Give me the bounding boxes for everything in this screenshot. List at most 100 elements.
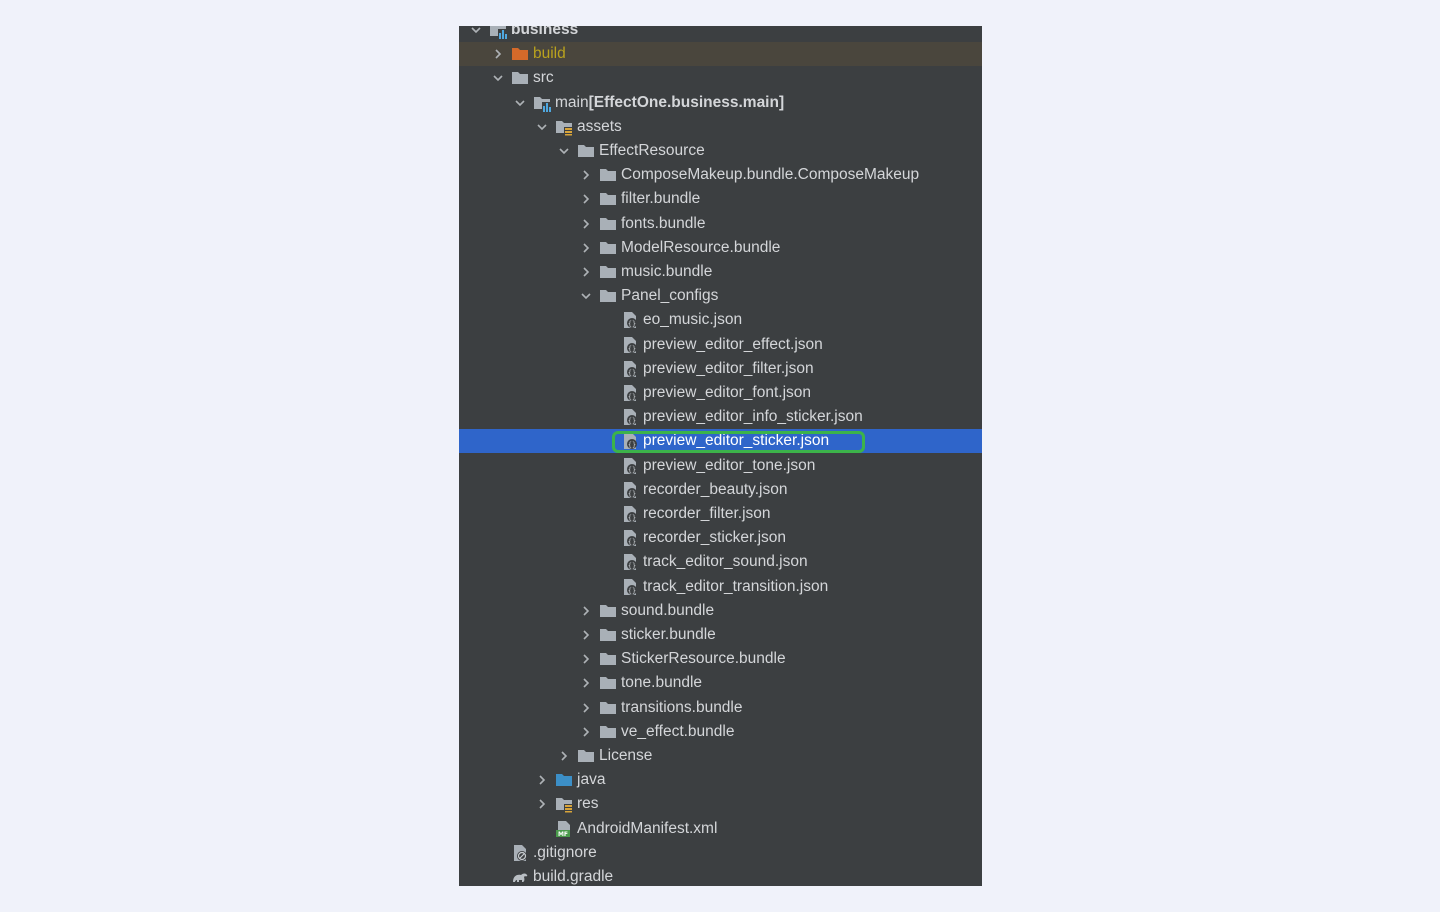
tree-row[interactable]: src — [459, 66, 982, 90]
tree-row[interactable]: {} preview_editor_sticker.json — [459, 429, 982, 454]
tree-row[interactable]: transitions.bundle — [459, 696, 982, 720]
resources-folder-icon — [555, 118, 573, 136]
svg-text:{}: {} — [628, 441, 636, 449]
source-folder-icon — [555, 771, 573, 789]
chevron-right-icon[interactable] — [579, 671, 593, 695]
json-file-icon: {} — [621, 457, 639, 475]
module-icon — [533, 94, 551, 112]
tree-item-label: ComposeMakeup.bundle.ComposeMakeup — [621, 166, 920, 184]
tree-row[interactable]: music.bundle — [459, 260, 982, 284]
tree-item-label: ve_effect.bundle — [621, 722, 735, 740]
chevron-right-icon[interactable] — [535, 792, 549, 816]
json-file-icon: {} — [621, 408, 639, 426]
chevron-down-icon[interactable] — [557, 139, 571, 163]
svg-text:{}: {} — [628, 538, 636, 546]
tree-row[interactable]: {} recorder_filter.json — [459, 502, 982, 526]
svg-text:MF: MF — [558, 831, 568, 838]
folder-icon — [599, 699, 617, 717]
folder-icon — [599, 602, 617, 620]
chevron-down-icon[interactable] — [579, 284, 593, 308]
tree-row[interactable]: {} preview_editor_font.json — [459, 381, 982, 405]
folder-icon — [599, 626, 617, 644]
project-tree-panel[interactable]: business build src main [EffectOne.business… — [459, 26, 982, 886]
module-icon — [489, 26, 507, 39]
tree-row[interactable]: res — [459, 792, 982, 816]
chevron-right-icon[interactable] — [579, 623, 593, 647]
tree-row[interactable]: {} eo_music.json — [459, 308, 982, 332]
chevron-right-icon[interactable] — [579, 260, 593, 284]
tree-item-label: EffectResource — [599, 142, 705, 159]
tree-item-label: recorder_beauty.json — [643, 480, 788, 498]
chevron-right-icon[interactable] — [579, 236, 593, 260]
folder-icon — [599, 166, 617, 184]
chevron-right-icon[interactable] — [579, 599, 593, 623]
tree-row[interactable]: sticker.bundle — [459, 623, 982, 647]
tree-item-label: music.bundle — [621, 263, 713, 280]
json-file-icon: {} — [621, 360, 639, 378]
chevron-right-icon[interactable] — [579, 163, 593, 187]
tree-row[interactable]: .gitignore — [459, 841, 982, 865]
tree-item-module-name: [EffectOne.business.main] — [588, 93, 785, 111]
svg-text:{}: {} — [628, 320, 636, 328]
gitignore-file-icon — [511, 844, 529, 862]
chevron-down-icon[interactable] — [535, 115, 549, 139]
tree-row[interactable]: assets — [459, 115, 982, 139]
tree-row[interactable]: {} preview_editor_filter.json — [459, 357, 982, 381]
svg-text:{}: {} — [628, 417, 636, 425]
tree-row[interactable]: MF AndroidManifest.xml — [459, 817, 982, 841]
tree-row[interactable]: build — [459, 42, 982, 67]
chevron-down-icon[interactable] — [469, 26, 483, 42]
svg-text:{}: {} — [628, 369, 636, 377]
tree-row[interactable]: ModelResource.bundle — [459, 236, 982, 260]
chevron-right-icon[interactable] — [579, 696, 593, 720]
tree-row[interactable]: fonts.bundle — [459, 212, 982, 236]
chevron-right-icon[interactable] — [579, 212, 593, 236]
tree-row[interactable]: tone.bundle — [459, 671, 982, 695]
svg-text:{}: {} — [628, 562, 636, 570]
tree-item-label: preview_editor_filter.json — [643, 359, 814, 377]
chevron-right-icon[interactable] — [557, 744, 571, 768]
tree-row[interactable]: {} preview_editor_effect.json — [459, 333, 982, 357]
tree-item-label: transitions.bundle — [621, 698, 743, 716]
tree-row[interactable]: build.gradle — [459, 865, 982, 886]
tree-row[interactable]: License — [459, 744, 982, 768]
chevron-right-icon[interactable] — [579, 720, 593, 744]
tree-row[interactable]: filter.bundle — [459, 187, 982, 211]
chevron-right-icon[interactable] — [579, 187, 593, 211]
chevron-down-icon[interactable] — [513, 91, 527, 115]
tree-row[interactable]: java — [459, 768, 982, 792]
tree-row[interactable]: Panel_configs — [459, 284, 982, 308]
json-file-icon: {} — [621, 578, 639, 596]
tree-item-label: preview_editor_effect.json — [643, 335, 823, 353]
tree-row[interactable]: {} track_editor_transition.json — [459, 575, 982, 599]
svg-text:{}: {} — [628, 393, 636, 401]
tree-row[interactable]: {} recorder_sticker.json — [459, 526, 982, 550]
tree-row[interactable]: sound.bundle — [459, 599, 982, 623]
folder-icon — [599, 263, 617, 281]
tree-row[interactable]: StickerResource.bundle — [459, 647, 982, 671]
tree-row[interactable]: {} preview_editor_info_sticker.json — [459, 405, 982, 429]
tree-item-label: sound.bundle — [621, 601, 715, 619]
chevron-right-icon[interactable] — [579, 647, 593, 671]
tree-item-label: .gitignore — [533, 843, 597, 861]
tree-item-label: java — [577, 771, 606, 789]
tree-row[interactable]: {} preview_editor_tone.json — [459, 454, 982, 478]
tree-row[interactable]: ve_effect.bundle — [459, 720, 982, 744]
tree-row[interactable]: ComposeMakeup.bundle.ComposeMakeup — [459, 163, 982, 187]
tree-item-label: eo_music.json — [643, 311, 743, 329]
chevron-down-icon[interactable] — [491, 66, 505, 90]
tree-row[interactable]: main [EffectOne.business.main] — [459, 91, 982, 115]
chevron-right-icon[interactable] — [491, 42, 505, 66]
folder-icon — [599, 674, 617, 692]
tree-row[interactable]: {} recorder_beauty.json — [459, 478, 982, 502]
tree-item-label: preview_editor_sticker.json — [643, 432, 830, 450]
tree-row[interactable]: EffectResource — [459, 139, 982, 163]
tree-item-label: fonts.bundle — [621, 214, 706, 232]
json-file-icon: {} — [621, 336, 639, 354]
tree-row[interactable]: business — [459, 26, 982, 42]
tree-item-label: business — [511, 26, 579, 38]
tree-row[interactable]: {} track_editor_sound.json — [459, 550, 982, 574]
json-file-icon: {} — [621, 529, 639, 547]
folder-icon — [599, 239, 617, 257]
chevron-right-icon[interactable] — [535, 768, 549, 792]
